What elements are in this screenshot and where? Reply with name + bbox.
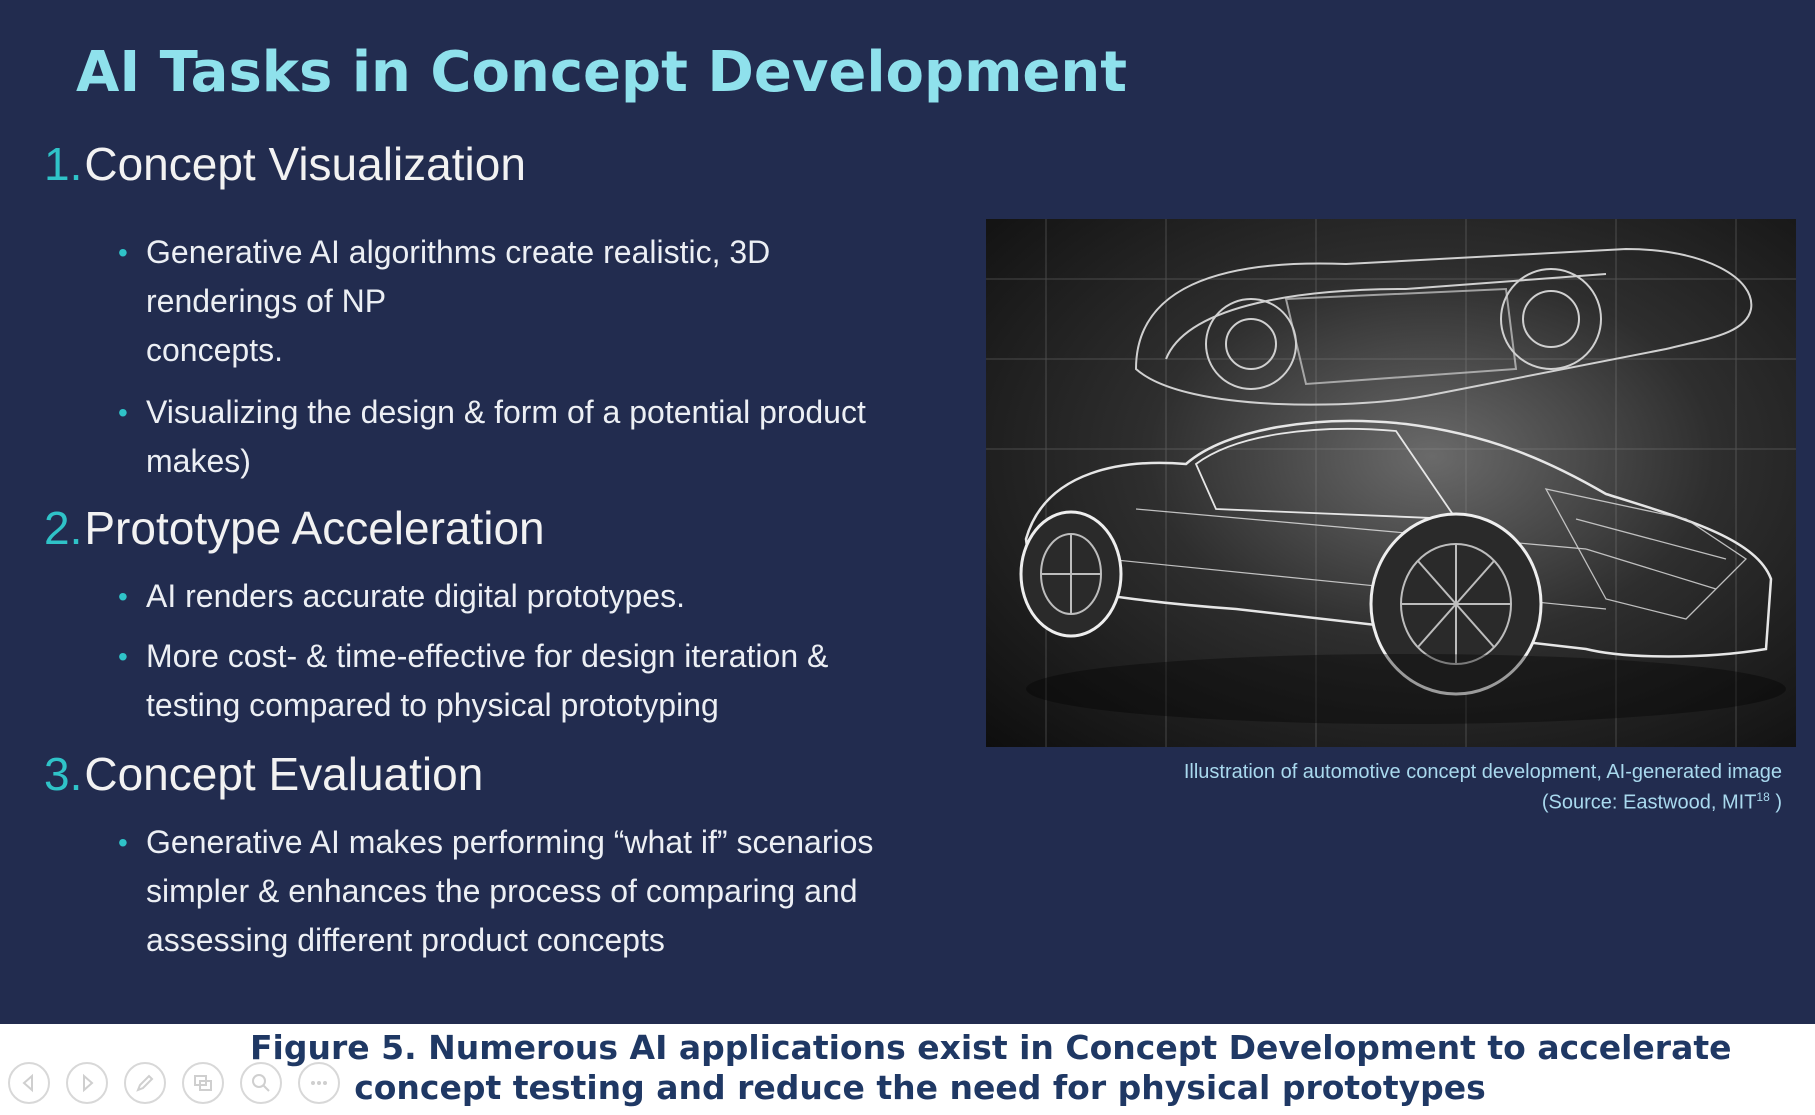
section-title: Prototype Acceleration <box>84 502 545 554</box>
citation-superscript: 18 <box>1756 790 1770 804</box>
bullet-line: renderings of NP <box>146 283 387 319</box>
section-number: 2. <box>44 502 83 554</box>
image-caption: Illustration of automotive concept devel… <box>1184 760 1782 816</box>
section-heading-1: 1.Concept Visualization <box>44 136 526 192</box>
bullet-icon: • <box>118 581 128 612</box>
slide-title: AI Tasks in Concept Development <box>76 40 1128 105</box>
source-close: ) <box>1769 791 1782 814</box>
section-heading-3: 3.Concept Evaluation <box>44 746 483 802</box>
bullet-line: More cost- & time-effective for design i… <box>146 638 829 674</box>
image-caption-line: Illustration of automotive concept devel… <box>1183 761 1782 783</box>
see-all-slides-button[interactable] <box>182 1062 224 1104</box>
section-number: 3. <box>44 748 83 800</box>
bullet-icon: • <box>118 397 128 428</box>
bullet-icon: • <box>118 237 128 268</box>
bullet-line: Generative AI algorithms create realisti… <box>146 234 771 270</box>
pen-tool-button[interactable] <box>124 1062 166 1104</box>
slides-icon <box>194 1075 212 1091</box>
bullet-line: AI renders accurate digital prototypes. <box>146 578 685 614</box>
section-heading-2: 2.Prototype Acceleration <box>44 500 545 556</box>
figure-caption: Figure 5. Numerous AI applications exist… <box>250 1028 1732 1108</box>
bullet-line: testing compared to physical prototyping <box>146 687 719 723</box>
bullet-line: simpler & enhances the process of compar… <box>146 873 858 909</box>
figure-caption-line: Figure 5. Numerous AI applications exist… <box>250 1028 1732 1067</box>
bullet-icon: • <box>118 641 128 672</box>
figure-caption-line: concept testing and reduce the need for … <box>354 1068 1486 1107</box>
source-text: (Source: Eastwood, MIT <box>1541 791 1757 814</box>
car-wireframe-illustration <box>986 219 1796 747</box>
section-number: 1. <box>44 138 83 190</box>
previous-icon <box>22 1073 33 1093</box>
bullet-line: concepts. <box>146 332 283 368</box>
slide: AI Tasks in Concept Development 1.Concep… <box>0 0 1815 1024</box>
bullet-icon: • <box>118 827 128 858</box>
bullet-line: Generative AI makes performing “what if”… <box>146 824 874 860</box>
next-icon <box>83 1073 94 1093</box>
pen-icon <box>136 1074 154 1092</box>
next-slide-button[interactable] <box>66 1062 108 1104</box>
bullet-line: Visualizing the design & form of a poten… <box>146 394 866 430</box>
car-concept-image <box>986 219 1796 747</box>
section-title: Concept Evaluation <box>84 748 484 800</box>
bullet-line: makes) <box>146 443 251 479</box>
section-title: Concept Visualization <box>84 138 526 190</box>
bullet-line: assessing different product concepts <box>146 922 665 958</box>
previous-slide-button[interactable] <box>8 1062 50 1104</box>
image-caption-source: (Source: Eastwood, MIT18 ) <box>1184 785 1782 816</box>
